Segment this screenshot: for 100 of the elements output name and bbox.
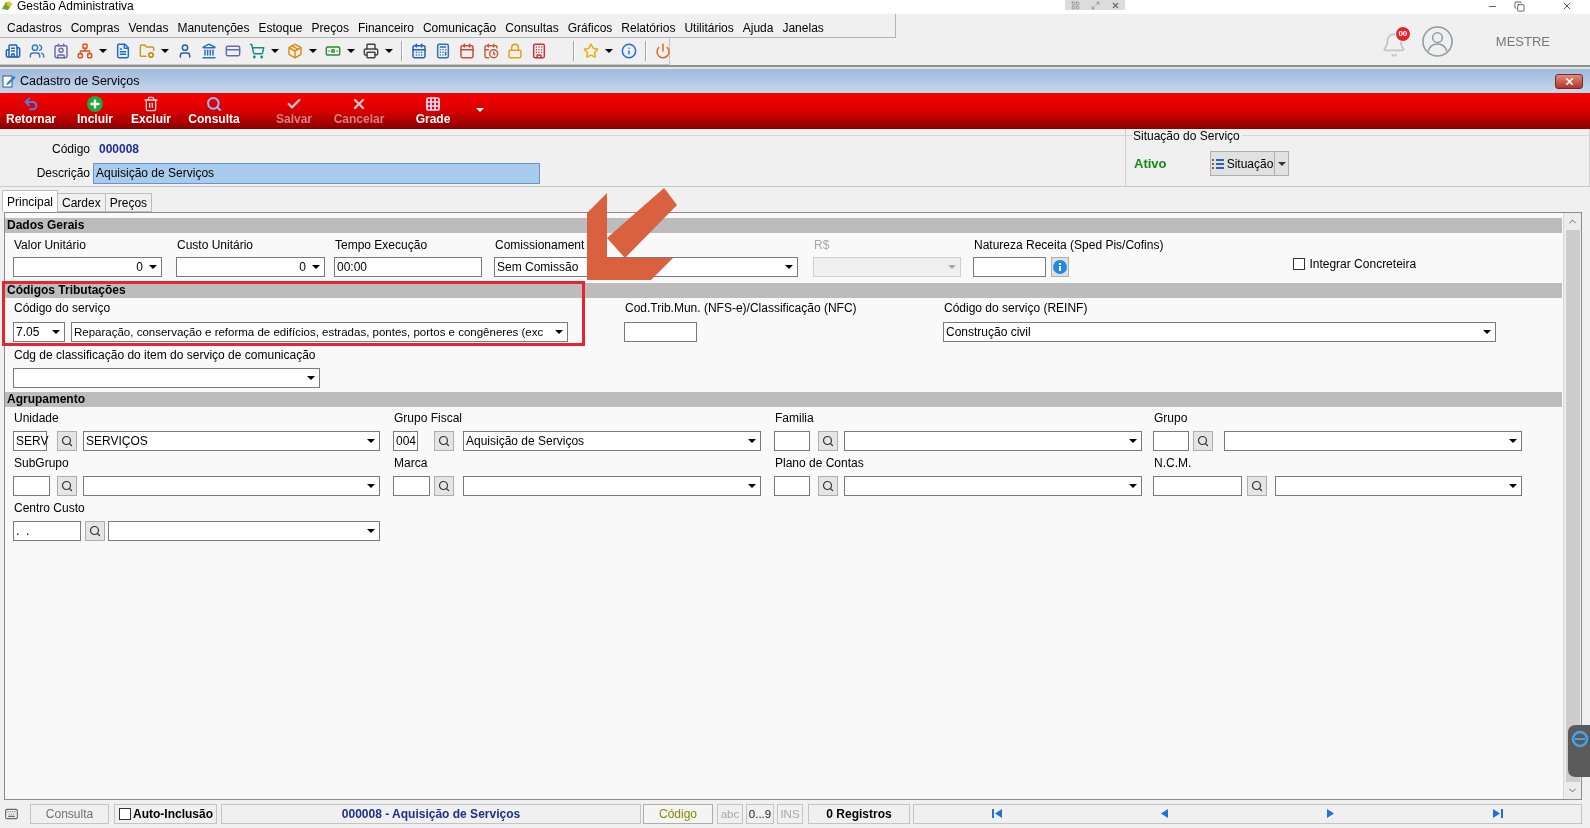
power-icon[interactable] — [655, 43, 671, 59]
bank-icon[interactable] — [201, 43, 217, 59]
toolbar-button[interactable]: Excluir — [124, 96, 178, 126]
menu-item[interactable]: Financeiro — [356, 20, 415, 35]
user-avatar-icon[interactable] — [1421, 26, 1453, 57]
menu-item[interactable]: Estoque — [257, 20, 304, 35]
dropdown[interactable] — [1224, 431, 1522, 451]
toolbar-button[interactable]: Retornar — [1, 96, 61, 126]
menu-item[interactable]: Consultas — [504, 20, 560, 35]
menu-item[interactable]: Janelas — [781, 20, 825, 35]
search-button[interactable] — [434, 431, 454, 451]
dropdown[interactable] — [463, 476, 761, 496]
info-icon[interactable] — [621, 43, 637, 59]
search-button[interactable] — [434, 476, 454, 496]
dropdown[interactable] — [844, 431, 1142, 451]
folder-gear-icon[interactable] — [139, 43, 155, 59]
building-icon[interactable] — [5, 43, 21, 59]
tab[interactable]: Preços — [104, 193, 153, 212]
menu-item[interactable]: Manutenções — [176, 20, 251, 35]
search-button[interactable] — [1193, 431, 1213, 451]
info-button[interactable] — [1051, 257, 1069, 277]
dropdown[interactable]: Aquisição de Serviços — [463, 431, 761, 451]
dropdown[interactable]: 0 — [13, 257, 162, 277]
menu-item[interactable]: Ajuda — [741, 20, 775, 35]
input-field[interactable]: Aquisição de Serviços — [93, 162, 540, 184]
contact-card-icon[interactable] — [53, 43, 69, 59]
toolbar-button[interactable]: Grade — [406, 96, 460, 126]
side-tab-icon[interactable] — [1568, 725, 1590, 777]
dropdown[interactable]: SERVIÇOS — [83, 431, 380, 451]
menu-item[interactable]: Compras — [69, 20, 121, 35]
calendar-clock-icon[interactable] — [483, 43, 499, 59]
input-field[interactable]: . . — [13, 521, 81, 541]
dropdown[interactable] — [13, 368, 320, 388]
input-field[interactable] — [973, 257, 1046, 277]
input-field[interactable] — [624, 322, 697, 342]
checkbox[interactable] — [1293, 258, 1306, 270]
toolbar-button[interactable]: Consulta — [183, 96, 245, 126]
document-icon[interactable] — [115, 43, 131, 59]
toolbar-button[interactable]: Incluir — [68, 96, 122, 126]
dropdown[interactable] — [108, 521, 380, 541]
printer-icon[interactable] — [363, 43, 379, 59]
search-button[interactable] — [57, 431, 77, 451]
building-icon[interactable] — [531, 43, 547, 59]
menu-item[interactable]: Cadastros — [6, 20, 63, 35]
dropdown[interactable] — [1275, 476, 1522, 496]
next-icon[interactable] — [1327, 809, 1335, 818]
search-button[interactable] — [85, 521, 105, 541]
input-field[interactable] — [393, 476, 430, 496]
calendar-icon[interactable] — [411, 43, 427, 59]
search-button[interactable] — [818, 431, 838, 451]
caret-icon[interactable] — [309, 49, 317, 53]
input-field[interactable] — [774, 431, 810, 451]
input-field[interactable]: SERV — [13, 431, 47, 451]
caret-icon[interactable] — [271, 49, 279, 53]
dropdown[interactable] — [844, 476, 1142, 496]
caret-icon[interactable] — [161, 49, 169, 53]
calendar-icon[interactable] — [459, 43, 475, 59]
menu-button[interactable]: Situação — [1210, 151, 1275, 176]
input-field[interactable] — [13, 476, 50, 496]
menu-item[interactable]: Utilitários — [683, 20, 735, 35]
star-icon[interactable] — [583, 43, 599, 59]
grid-icon[interactable] — [1070, 1, 1080, 10]
menu-item[interactable]: Gráficos — [566, 20, 614, 35]
dropdown[interactable]: 7.05 — [13, 322, 65, 342]
skip-to-start-icon[interactable] — [992, 809, 1003, 818]
input-field[interactable]: 004 — [393, 431, 418, 451]
search-button[interactable] — [1247, 476, 1267, 496]
menu-item[interactable]: Vendas — [127, 20, 170, 35]
caret-icon[interactable] — [385, 49, 393, 53]
restore-icon[interactable] — [1514, 0, 1525, 12]
search-button[interactable] — [57, 476, 77, 496]
input-field[interactable] — [1153, 431, 1189, 451]
caret-icon[interactable] — [347, 49, 355, 53]
dropdown[interactable]: Reparação, conservação e reforma de edifícios, estradas, pontes, portos e congêneres (exc — [71, 322, 568, 342]
tab[interactable]: Cardex — [57, 193, 106, 212]
dropdown[interactable]: 0 — [176, 257, 325, 277]
scrollbar[interactable] — [1563, 213, 1581, 799]
cart-icon[interactable] — [249, 43, 265, 59]
previous-icon[interactable] — [1160, 809, 1168, 818]
dropdown-arrow-button[interactable] — [1275, 151, 1289, 176]
dropdown[interactable]: Construção civil — [943, 322, 1496, 342]
card-icon[interactable] — [225, 43, 241, 59]
caret-icon[interactable] — [605, 49, 613, 53]
package-icon[interactable] — [287, 43, 303, 59]
close-button[interactable] — [1555, 73, 1583, 89]
person-icon[interactable] — [177, 43, 193, 59]
search-button[interactable] — [818, 476, 838, 496]
network-icon[interactable] — [77, 43, 93, 59]
dropdown[interactable] — [83, 476, 380, 496]
calculator-icon[interactable] — [435, 43, 451, 59]
checkbox[interactable] — [119, 807, 131, 820]
menu-item[interactable]: Preços — [310, 20, 350, 35]
users-icon[interactable] — [29, 43, 45, 59]
close-icon[interactable] — [1110, 1, 1120, 10]
input-field[interactable]: 00:00 — [334, 257, 482, 277]
menu-item[interactable]: Relatórios — [620, 20, 677, 35]
close-icon[interactable] — [1561, 0, 1573, 12]
input-field[interactable] — [774, 476, 810, 496]
menu-item[interactable]: Comunicação — [421, 20, 498, 35]
banknote-icon[interactable] — [325, 43, 341, 59]
